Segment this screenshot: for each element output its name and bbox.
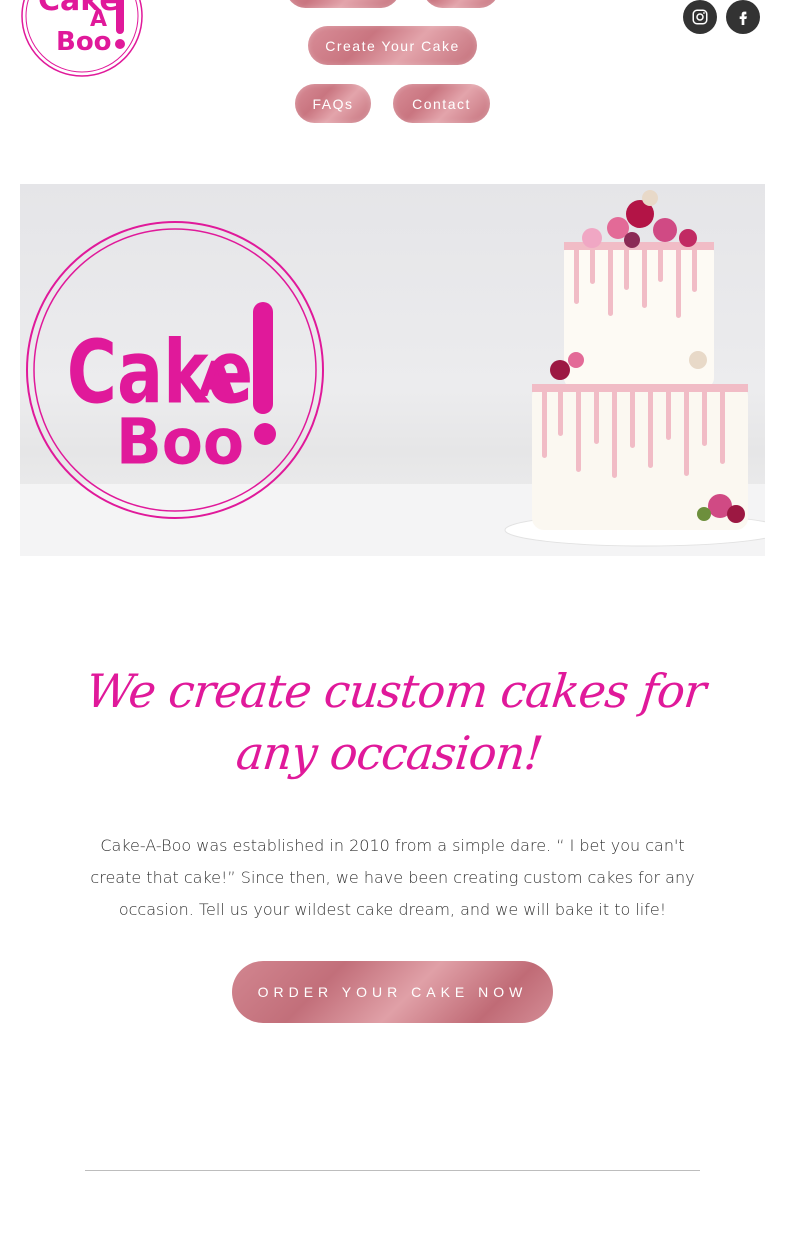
hero-logo-text-a: A	[198, 352, 235, 408]
intro-text: Cake-A-Boo was established in 2010 from …	[90, 836, 695, 919]
instagram-link[interactable]	[683, 0, 717, 34]
logo-text-boo: Boo	[56, 27, 112, 57]
logo-text-cake: Cake	[38, 0, 120, 18]
section-divider	[85, 1170, 700, 1171]
facebook-icon	[739, 11, 747, 25]
site-logo[interactable]: Cake A Boo	[20, 0, 144, 78]
headline: We create custom cakes for any occasion!	[83, 664, 708, 780]
hero-image: Cake A Boo	[20, 190, 765, 556]
nav-item-hidden-1[interactable]	[286, 0, 400, 8]
hero-logo: Cake A Boo	[26, 221, 324, 519]
nav-item-hidden-2[interactable]	[423, 0, 499, 8]
hero-banner: Cake A Boo	[20, 184, 765, 556]
nav-item-create-your-cake[interactable]: Create Your Cake	[308, 26, 477, 65]
instagram-icon	[692, 9, 708, 25]
hero-logo-text-boo: Boo	[116, 405, 244, 479]
nav-item-faqs[interactable]: FAQs	[295, 84, 371, 123]
nav-item-contact[interactable]: Contact	[393, 84, 490, 123]
facebook-link[interactable]	[726, 0, 760, 34]
order-cake-button[interactable]: ORDER YOUR CAKE NOW	[232, 961, 553, 1023]
